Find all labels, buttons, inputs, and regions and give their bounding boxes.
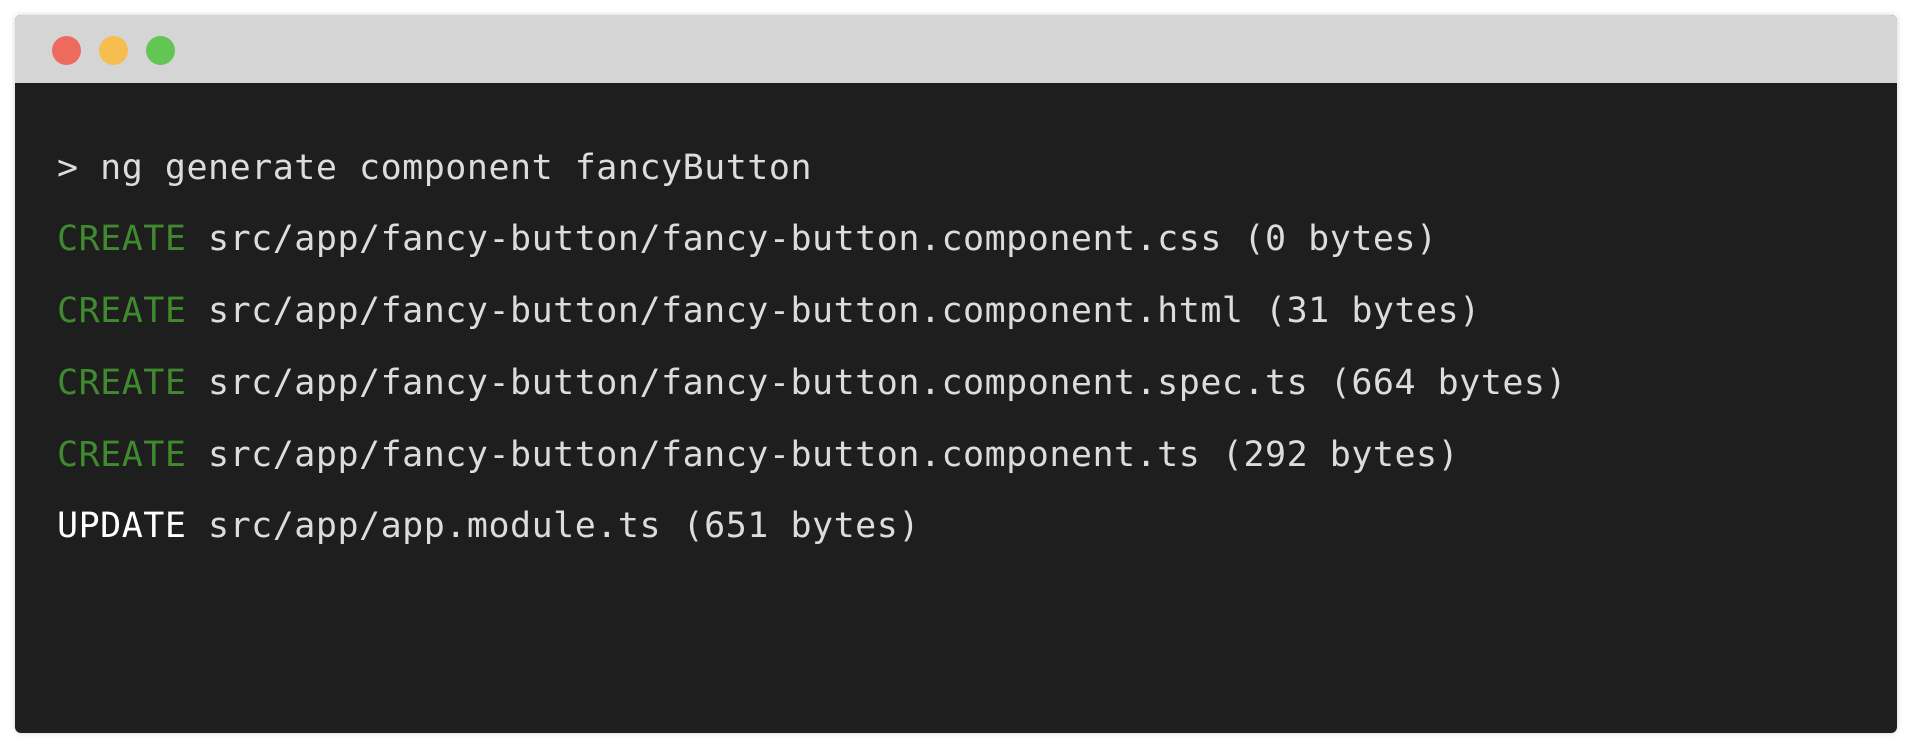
output-line: UPDATE src/app/app.module.ts (651 bytes) [57, 504, 920, 548]
close-button[interactable] [52, 36, 81, 65]
output-text: src/app/fancy-button/fancy-button.compon… [208, 435, 1460, 475]
output-line: CREATE src/app/fancy-button/fancy-button… [57, 289, 1481, 333]
title-bar [15, 15, 1897, 83]
output-line: CREATE src/app/fancy-button/fancy-button… [57, 361, 1567, 405]
action-label: CREATE [57, 219, 187, 259]
prompt-symbol: > [57, 148, 79, 188]
output-text: src/app/app.module.ts (651 bytes) [208, 506, 920, 546]
output-line: CREATE src/app/fancy-button/fancy-button… [57, 433, 1459, 477]
action-label: CREATE [57, 363, 187, 403]
command-text: ng generate component fancyButton [100, 148, 813, 188]
terminal-window: > ng generate component fancyButton CREA… [15, 15, 1897, 733]
action-label: UPDATE [57, 506, 187, 546]
command-line: > ng generate component fancyButton [57, 146, 812, 190]
output-text: src/app/fancy-button/fancy-button.compon… [208, 291, 1481, 331]
output-text: src/app/fancy-button/fancy-button.compon… [208, 219, 1438, 259]
minimize-button[interactable] [99, 36, 128, 65]
output-line: CREATE src/app/fancy-button/fancy-button… [57, 217, 1438, 261]
action-label: CREATE [57, 291, 187, 331]
maximize-button[interactable] [146, 36, 175, 65]
output-text: src/app/fancy-button/fancy-button.compon… [208, 363, 1568, 403]
terminal-output: > ng generate component fancyButton CREA… [15, 83, 1897, 733]
action-label: CREATE [57, 435, 187, 475]
